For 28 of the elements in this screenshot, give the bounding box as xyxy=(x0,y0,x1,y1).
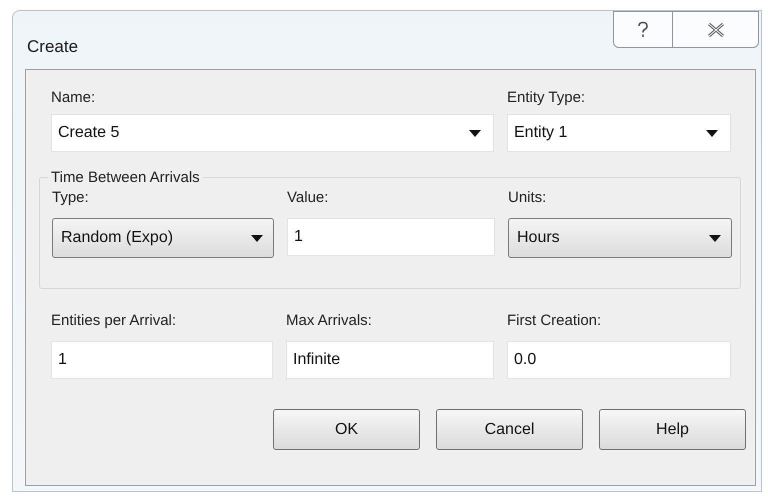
dropdown-arrow-icon xyxy=(469,130,481,136)
dialog-button[interactable]: OK xyxy=(273,409,420,450)
dialog-button[interactable]: Help xyxy=(599,409,746,450)
field-label: Units: xyxy=(508,188,548,208)
text-field[interactable]: 1 xyxy=(287,218,495,256)
field-label: Value: xyxy=(287,188,330,208)
close-icon xyxy=(706,22,724,36)
field-label: Type: xyxy=(52,188,90,208)
window-title: Create xyxy=(27,36,78,58)
field-label: Entities per Arrival: xyxy=(51,311,178,331)
dropdown[interactable]: Hours xyxy=(508,218,732,258)
field-label: Max Arrivals: xyxy=(286,311,373,331)
dropdown[interactable]: Random (Expo) xyxy=(52,218,274,258)
field-label: Name: xyxy=(51,88,96,108)
field-label: First Creation: xyxy=(507,311,602,331)
dialog-button[interactable]: Cancel xyxy=(436,409,583,450)
combo-box[interactable]: Entity 1 xyxy=(507,114,731,152)
dropdown-arrow-icon xyxy=(709,234,721,242)
question-mark-icon xyxy=(637,20,649,38)
close-button[interactable] xyxy=(673,11,759,48)
help-button[interactable] xyxy=(613,11,673,48)
field-label: Entity Type: xyxy=(507,88,586,108)
text-field[interactable]: Infinite xyxy=(286,341,494,379)
dropdown-arrow-icon xyxy=(706,130,718,136)
dropdown-arrow-icon xyxy=(251,234,263,242)
text-field[interactable]: 1 xyxy=(51,341,273,379)
text-field[interactable]: 0.0 xyxy=(507,341,731,379)
combo-box[interactable]: Create 5 xyxy=(51,114,494,152)
